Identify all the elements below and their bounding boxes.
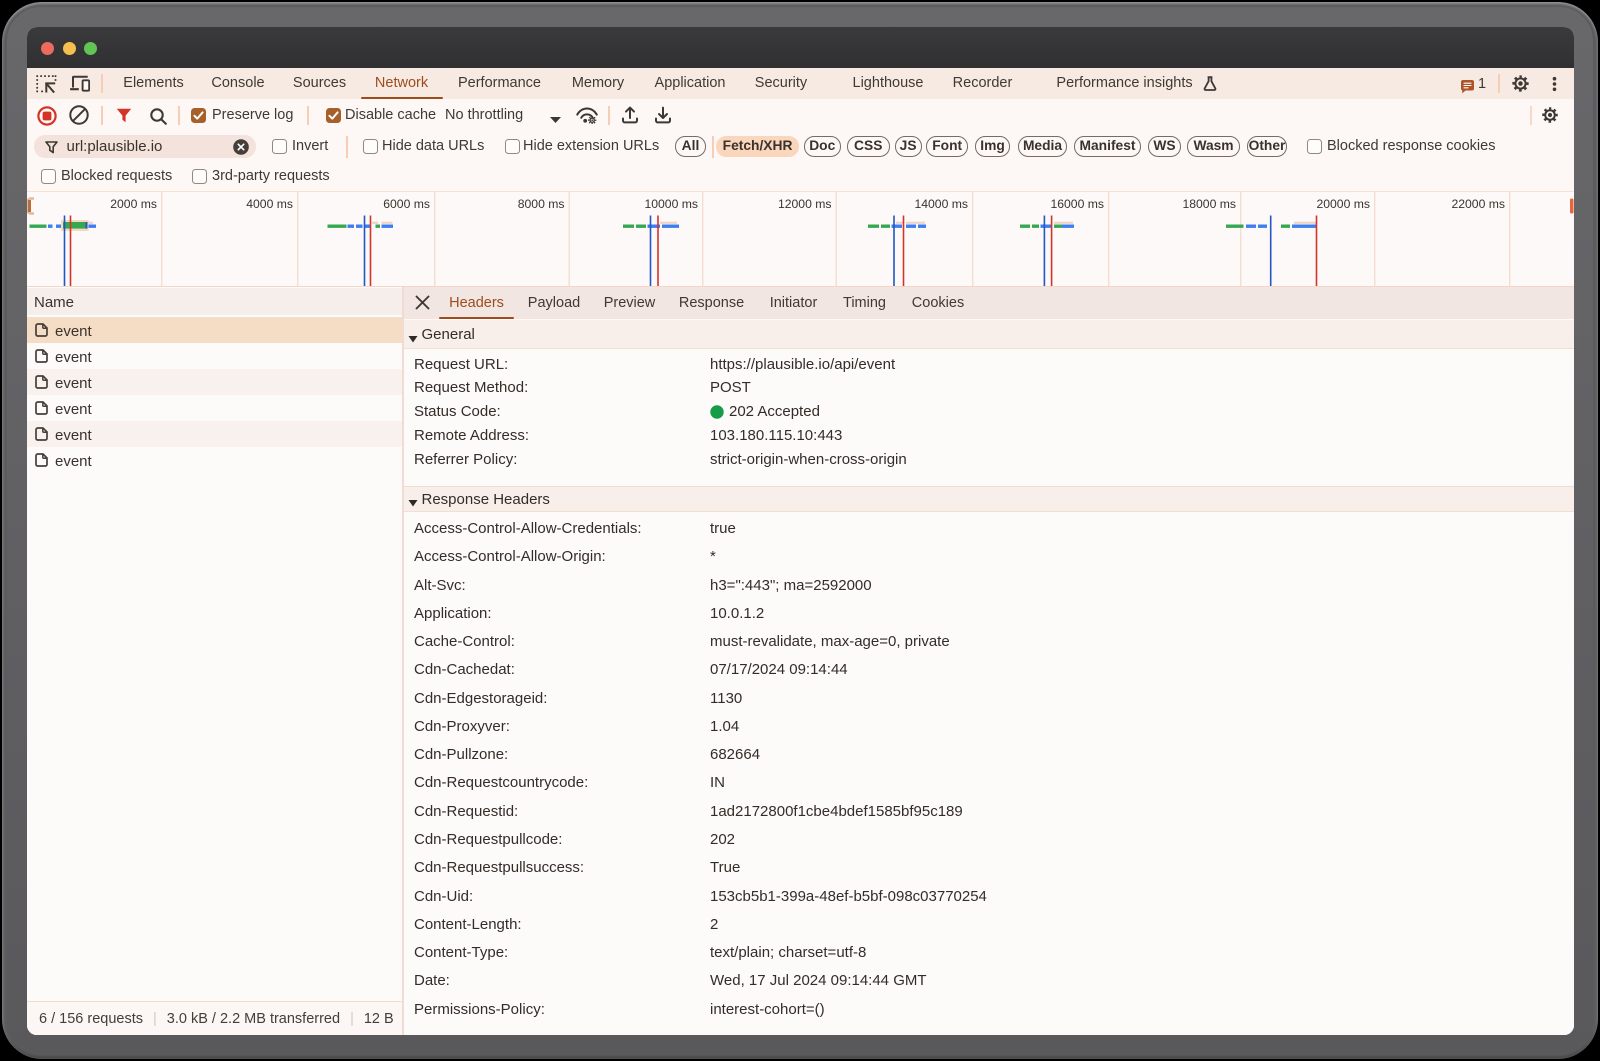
svg-text:4000 ms: 4000 ms bbox=[246, 197, 293, 211]
svg-text:16000 ms: 16000 ms bbox=[1050, 197, 1104, 211]
svg-text:22000 ms: 22000 ms bbox=[1451, 197, 1505, 211]
svg-text:8000 ms: 8000 ms bbox=[518, 197, 565, 211]
svg-text:14000 ms: 14000 ms bbox=[914, 197, 968, 211]
svg-text:18000 ms: 18000 ms bbox=[1182, 197, 1236, 211]
svg-text:20000 ms: 20000 ms bbox=[1316, 197, 1370, 211]
svg-text:2000 ms: 2000 ms bbox=[110, 197, 157, 211]
svg-text:10000 ms: 10000 ms bbox=[644, 197, 698, 211]
svg-text:12000 ms: 12000 ms bbox=[778, 197, 832, 211]
svg-text:6000 ms: 6000 ms bbox=[383, 197, 430, 211]
